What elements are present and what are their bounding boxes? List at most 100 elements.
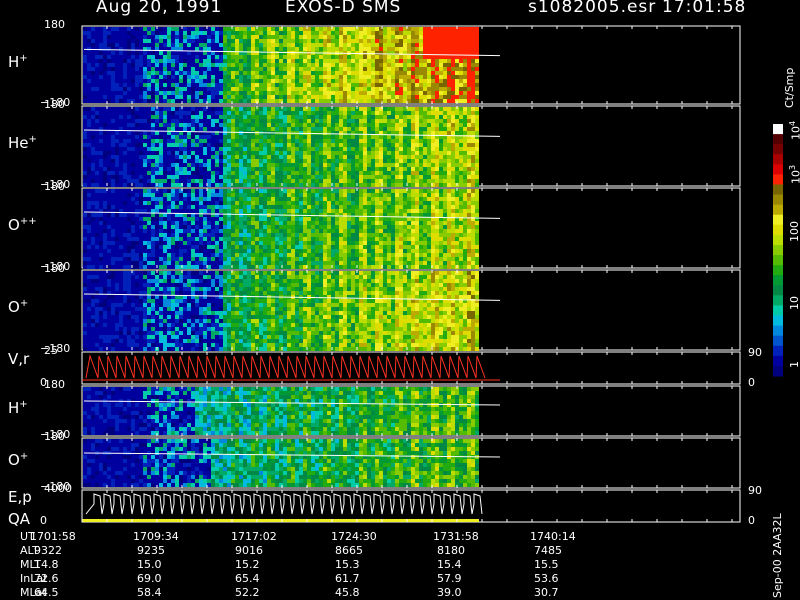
heat-cell	[335, 123, 339, 127]
heat-cell	[127, 245, 131, 249]
heat-cell	[415, 67, 419, 71]
heat-cell	[139, 51, 143, 55]
heat-cell	[223, 83, 227, 87]
heat-cell	[455, 55, 459, 59]
heat-cell	[387, 163, 391, 167]
heat-cell	[207, 261, 211, 265]
heat-cell	[351, 111, 355, 115]
heat-cell	[215, 119, 219, 123]
heat-cell	[283, 179, 287, 183]
heat-cell	[295, 83, 299, 87]
heat-cell	[99, 193, 103, 197]
heat-cell	[111, 71, 115, 75]
heat-cell	[95, 261, 99, 265]
heat-cell	[191, 43, 195, 47]
heat-cell	[95, 55, 99, 59]
heat-cell	[435, 43, 439, 47]
heat-cell	[439, 91, 443, 95]
heat-cell	[191, 119, 195, 123]
heat-cell	[195, 127, 199, 131]
heat-cell	[411, 107, 415, 111]
heat-cell	[455, 43, 459, 47]
heat-cell	[459, 43, 463, 47]
heat-cell	[195, 175, 199, 179]
heat-cell	[315, 139, 319, 143]
heat-cell	[387, 55, 391, 59]
heat-cell	[179, 205, 183, 209]
heat-cell	[427, 107, 431, 111]
heat-cell	[403, 47, 407, 51]
heat-cell	[195, 147, 199, 151]
heat-cell	[135, 27, 139, 31]
heat-cell	[451, 171, 455, 175]
heat-cell	[463, 67, 467, 71]
heat-cell	[159, 67, 163, 71]
heat-cell	[187, 115, 191, 119]
heat-cell	[263, 59, 267, 63]
heat-cell	[279, 167, 283, 171]
heat-cell	[231, 31, 235, 35]
heat-cell	[155, 95, 159, 99]
heat-cell	[151, 27, 155, 31]
heat-cell	[167, 197, 171, 201]
heat-cell	[403, 107, 407, 111]
heat-cell	[395, 27, 399, 31]
heat-cell	[103, 51, 107, 55]
heat-cell	[371, 67, 375, 71]
heat-cell	[375, 51, 379, 55]
heat-cell	[147, 245, 151, 249]
heat-cell	[451, 119, 455, 123]
heat-cell	[279, 67, 283, 71]
heat-cell	[371, 115, 375, 119]
heat-cell	[451, 91, 455, 95]
heat-cell	[135, 135, 139, 139]
heat-cell	[423, 55, 427, 59]
heat-cell	[139, 143, 143, 147]
heat-cell	[247, 55, 251, 59]
heat-cell	[215, 147, 219, 151]
heat-cell	[303, 95, 307, 99]
heat-cell	[259, 241, 263, 245]
heat-cell	[143, 257, 147, 261]
heat-cell	[103, 225, 107, 229]
heat-cell	[223, 171, 227, 175]
heat-cell	[219, 87, 223, 91]
heat-cell	[239, 95, 243, 99]
heat-cell	[123, 43, 127, 47]
heat-cell	[159, 123, 163, 127]
heat-cell	[143, 91, 147, 95]
heat-cell	[83, 75, 87, 79]
heat-cell	[83, 27, 87, 31]
heat-cell	[99, 51, 103, 55]
heat-cell	[179, 135, 183, 139]
heat-cell	[267, 175, 271, 179]
heat-cell	[267, 27, 271, 31]
heat-cell	[279, 147, 283, 151]
heat-cell	[275, 237, 279, 241]
heat-cell	[127, 147, 131, 151]
heat-cell	[195, 91, 199, 95]
heat-cell	[207, 209, 211, 213]
heat-cell	[335, 27, 339, 31]
heat-cell	[359, 39, 363, 43]
heat-cell	[191, 193, 195, 197]
heat-cell	[215, 241, 219, 245]
heat-cell	[119, 201, 123, 205]
heat-cell	[399, 99, 403, 103]
heat-cell	[207, 265, 211, 269]
heat-cell	[91, 79, 95, 83]
heat-cell	[271, 35, 275, 39]
heat-cell	[427, 35, 431, 39]
heat-cell	[207, 257, 211, 261]
heat-cell	[207, 245, 211, 249]
heat-cell	[191, 179, 195, 183]
heat-cell	[311, 123, 315, 127]
heat-cell	[171, 221, 175, 225]
heat-cell	[451, 79, 455, 83]
heat-cell	[175, 115, 179, 119]
heat-cell	[319, 99, 323, 103]
heat-cell	[463, 87, 467, 91]
heat-cell	[95, 91, 99, 95]
heat-cell	[471, 127, 475, 131]
heat-cell	[95, 143, 99, 147]
